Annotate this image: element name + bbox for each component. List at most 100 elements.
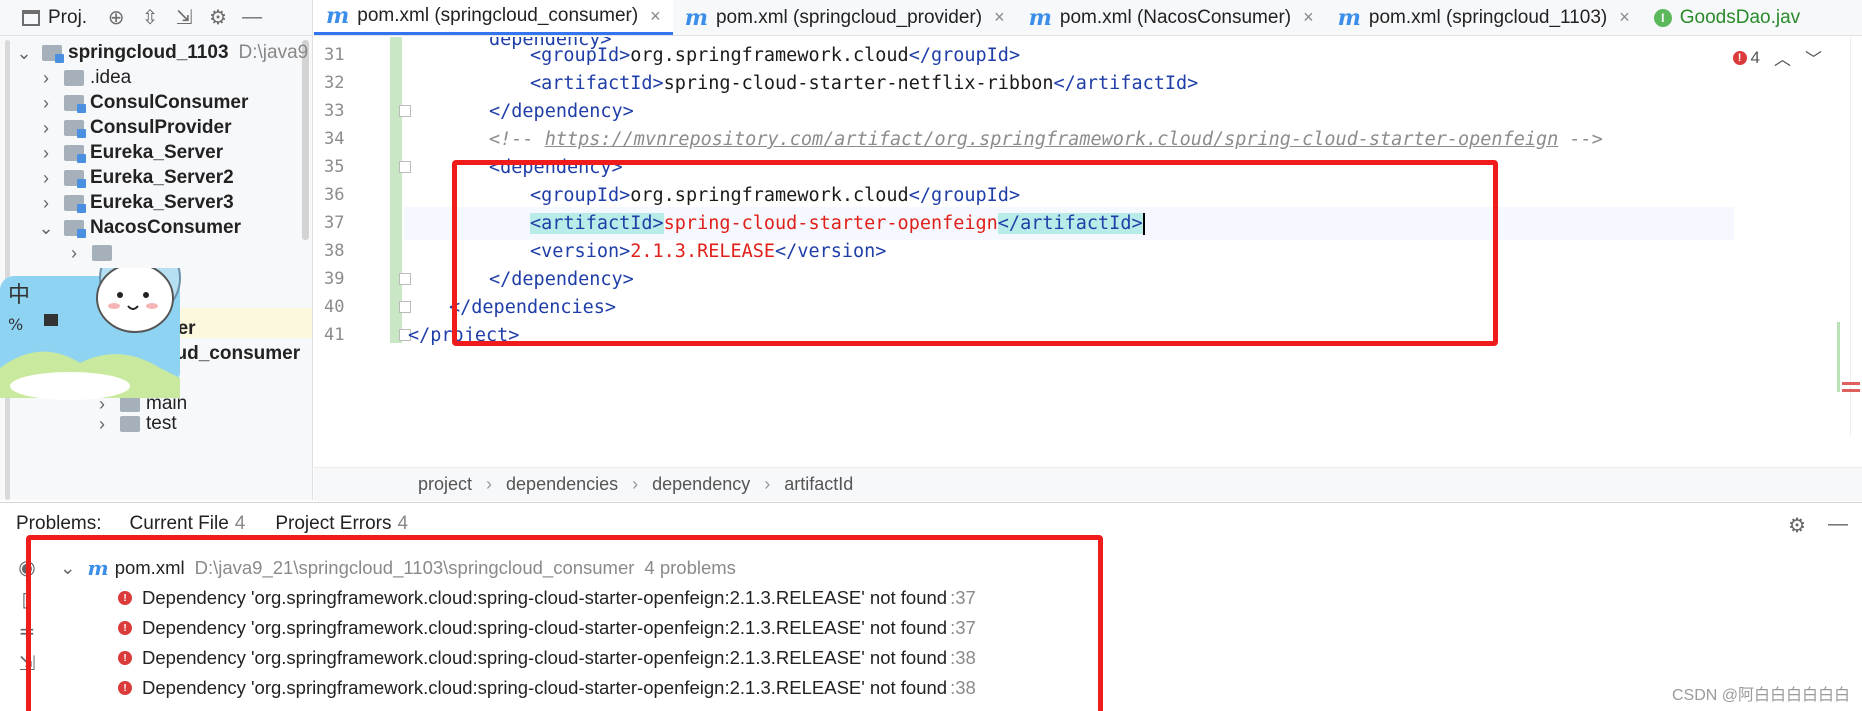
- locate-icon[interactable]: ⊕: [99, 3, 133, 33]
- next-highlighted-error-icon[interactable]: ﹀: [1805, 45, 1822, 70]
- fold-marker-icon[interactable]: [399, 273, 411, 285]
- close-icon[interactable]: ×: [1619, 7, 1630, 28]
- editor-gutter: 31 32 33 34 35 36 37 38 39 40 41: [314, 37, 411, 467]
- tree-item-label: ConsulProvider: [90, 117, 232, 138]
- project-view-selector[interactable]: Proj.: [48, 7, 87, 29]
- xml-value: org.springframework.cloud: [630, 45, 909, 66]
- editor-tab-bar: m pom.xml (springcloud_consumer) × m pom…: [314, 0, 1862, 36]
- editor-scrollbar[interactable]: [1850, 37, 1862, 437]
- tree-item[interactable]: › test: [94, 414, 177, 434]
- line-number: 34: [324, 129, 345, 149]
- tree-item-label: test: [146, 414, 177, 434]
- chevron-right-icon[interactable]: ›: [38, 168, 54, 189]
- chevron-right-icon: ›: [486, 474, 493, 494]
- hide-panel-icon[interactable]: —: [235, 3, 269, 33]
- chevron-right-icon[interactable]: ›: [38, 143, 54, 164]
- breadcrumb: project › dependencies › dependency › ar…: [314, 467, 1862, 501]
- maven-file-icon: m: [684, 4, 708, 31]
- breadcrumb-item[interactable]: dependencies: [506, 474, 618, 495]
- line-number: 35: [324, 157, 345, 177]
- settings-gear-icon[interactable]: ⚙: [1788, 513, 1806, 538]
- line-number: 37: [324, 213, 345, 233]
- tab-project-errors[interactable]: Project Errors 4: [275, 513, 408, 535]
- tree-item-label: ConsulConsumer: [90, 92, 249, 113]
- tab-current-file[interactable]: Current File 4: [130, 513, 246, 535]
- settings-gear-icon[interactable]: ⚙: [201, 3, 235, 33]
- expand-all-icon[interactable]: ⇳: [133, 3, 167, 33]
- sticker-char-percent: %: [8, 315, 23, 334]
- line-number: 40: [324, 297, 345, 317]
- tree-root-path: D:\java9: [238, 42, 309, 63]
- hide-panel-icon[interactable]: —: [1828, 513, 1848, 538]
- line-number: 39: [324, 269, 345, 289]
- tab-goodsdao[interactable]: I GoodsDao.jav: [1642, 0, 1812, 35]
- folder-icon: [120, 416, 140, 432]
- xml-tag: <groupId>: [530, 45, 631, 66]
- chevron-down-icon[interactable]: ⌄: [38, 218, 54, 239]
- project-toolbar: Proj. ⊕ ⇳ ⇲ ⚙ —: [0, 0, 312, 36]
- breadcrumb-item[interactable]: dependency: [652, 474, 750, 495]
- fold-marker-icon[interactable]: [399, 301, 411, 313]
- tree-item[interactable]: ›: [66, 238, 118, 268]
- module-folder-icon: [64, 170, 86, 188]
- project-window-icon: [22, 9, 40, 26]
- tab-label: pom.xml (springcloud_provider): [715, 6, 983, 28]
- breadcrumb-item[interactable]: artifactId: [784, 474, 853, 495]
- close-icon[interactable]: ×: [650, 6, 661, 27]
- line-number: 33: [324, 101, 345, 121]
- module-folder-icon: [64, 195, 86, 213]
- chevron-right-icon[interactable]: ›: [94, 414, 110, 434]
- code-line-34: <!-- https://mvnrepository.com/artifact/…: [489, 123, 1603, 156]
- fold-marker-icon[interactable]: [399, 161, 411, 173]
- watermark: CSDN @阿白白白白白白: [1671, 687, 1850, 704]
- tab-label: GoodsDao.jav: [1679, 6, 1801, 28]
- problems-toolbar: ⚙ —: [1788, 513, 1848, 538]
- collapse-all-icon[interactable]: ⇲: [167, 3, 201, 33]
- sticker-char-zhong: 中: [8, 283, 30, 308]
- chevron-right-icon[interactable]: ›: [38, 193, 54, 214]
- tab-pom-springcloud-consumer[interactable]: m pom.xml (springcloud_consumer) ×: [314, 0, 673, 35]
- breadcrumb-item[interactable]: project: [418, 474, 472, 495]
- inspection-widget[interactable]: ! 4 ︿ ﹀: [1732, 45, 1822, 70]
- tab-pom-springcloud-1103[interactable]: m pom.xml (springcloud_1103) ×: [1326, 0, 1642, 35]
- close-icon[interactable]: ×: [1303, 7, 1314, 28]
- chevron-right-icon[interactable]: ›: [38, 68, 54, 89]
- chevron-right-icon[interactable]: ›: [38, 118, 54, 139]
- xml-comment: -->: [1558, 129, 1603, 150]
- scroll-error-mark[interactable]: [1842, 382, 1860, 385]
- problems-title: Problems:: [16, 512, 102, 534]
- chevron-right-icon: ›: [632, 474, 639, 494]
- problems-side-toolbar: ◉ ▯ ≑ ⇲: [0, 544, 36, 711]
- tab-pom-springcloud-provider[interactable]: m pom.xml (springcloud_provider) ×: [673, 0, 1017, 35]
- tree-item-label: .idea: [90, 67, 132, 88]
- project-scrollbar[interactable]: [302, 40, 309, 240]
- line-number: 32: [324, 73, 345, 93]
- chevron-right-icon: ›: [764, 474, 771, 494]
- module-folder-icon: [64, 145, 86, 163]
- tab-label: pom.xml (springcloud_1103): [1368, 6, 1608, 28]
- annotation-box-code: [452, 160, 1498, 346]
- tab-label: Current File: [129, 512, 229, 534]
- line-number: 38: [324, 241, 345, 261]
- chevron-right-icon[interactable]: ›: [66, 243, 82, 264]
- close-icon[interactable]: ×: [994, 7, 1005, 28]
- chevron-right-icon[interactable]: ›: [38, 93, 54, 114]
- module-folder-icon: [64, 95, 86, 113]
- fold-marker-icon[interactable]: [399, 105, 411, 117]
- interface-icon: I: [1653, 8, 1672, 27]
- tree-item-label: Eureka_Server3: [90, 192, 234, 213]
- scroll-error-mark[interactable]: [1842, 389, 1860, 392]
- maven-file-icon: m: [326, 3, 350, 29]
- chevron-down-icon[interactable]: ⌄: [16, 43, 32, 64]
- maven-file-icon: m: [1337, 4, 1361, 31]
- tree-item-label: NacosConsumer: [90, 217, 241, 238]
- comment-link[interactable]: https://mvnrepository.com/artifact/org.s…: [545, 129, 1559, 150]
- previous-highlighted-error-icon[interactable]: ︿: [1774, 45, 1791, 70]
- tab-pom-nacosconsumer[interactable]: m pom.xml (NacosConsumer) ×: [1017, 0, 1326, 35]
- tab-label: pom.xml (springcloud_consumer): [357, 5, 639, 26]
- sticker-image: 中 %: [0, 268, 181, 400]
- xml-tag: <artifactId>: [530, 73, 664, 94]
- annotation-box-problems: [26, 535, 1103, 711]
- xml-tag: </artifactId>: [1053, 73, 1199, 94]
- tree-root-label: springcloud_1103: [68, 42, 229, 63]
